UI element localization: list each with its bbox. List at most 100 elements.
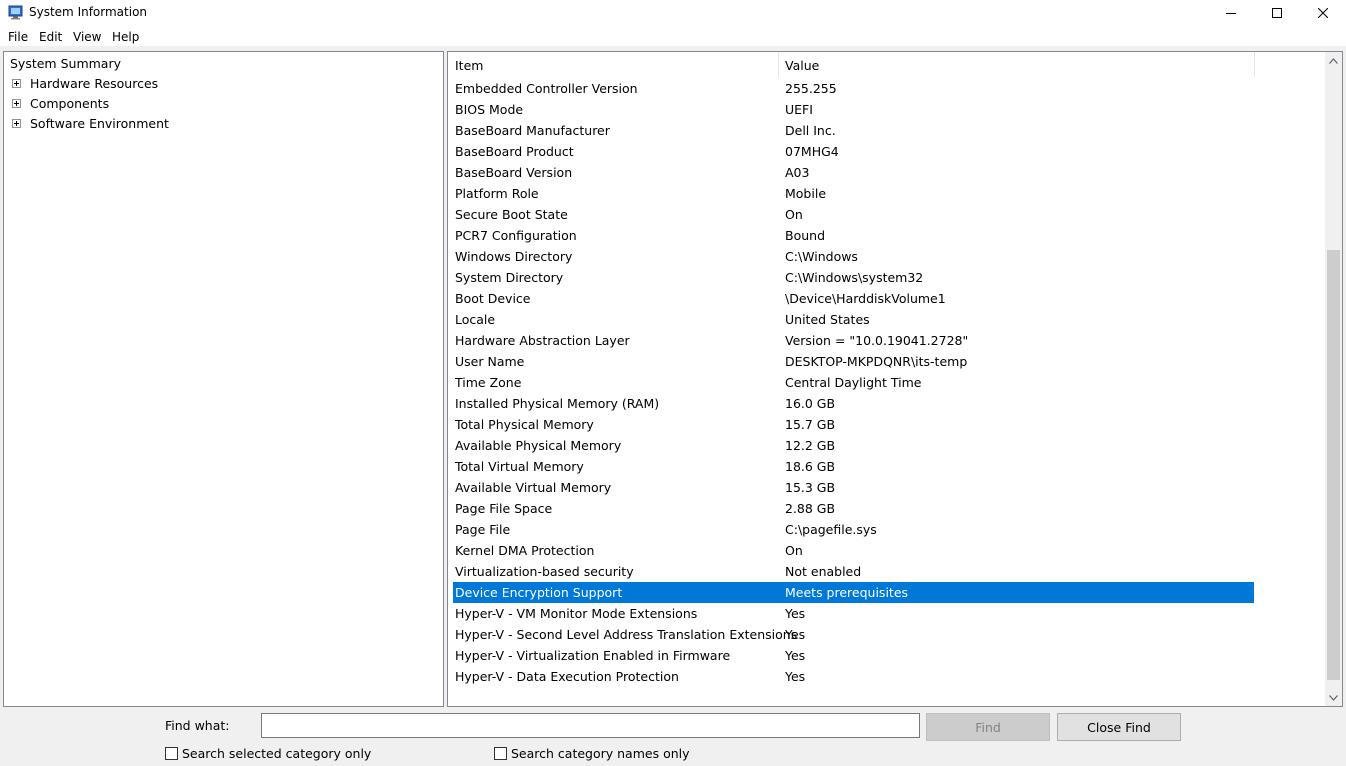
table-row[interactable]: Time Zone Central Daylight Time (453, 372, 1254, 393)
row-value-cell: Bound (785, 228, 826, 243)
table-row[interactable]: Hyper-V - Virtualization Enabled in Firm… (453, 645, 1254, 666)
table-row[interactable]: Device Encryption Support Meets prerequis… (453, 582, 1254, 603)
menu-file[interactable]: File (8, 30, 28, 44)
table-row[interactable]: Available Virtual Memory 15.3 GB (453, 477, 1254, 498)
search-category-names-checkbox[interactable]: Search category names only (494, 746, 690, 761)
system-info-app-icon (8, 5, 23, 20)
row-item-cell: PCR7 Configuration (455, 228, 577, 243)
row-value-cell: UEFI (785, 102, 813, 117)
checkbox-label: Search selected category only (182, 745, 372, 761)
table-row[interactable]: Hardware Abstraction Layer Version = "10.… (453, 330, 1254, 351)
expand-plus-icon[interactable] (12, 119, 21, 128)
table-row[interactable]: Secure Boot State On (453, 204, 1254, 225)
table-row[interactable]: Embedded Controller Version 255.255 (453, 78, 1254, 99)
maximize-button[interactable] (1254, 0, 1300, 26)
expand-plus-icon[interactable] (12, 99, 21, 108)
table-row[interactable]: Page File C:\pagefile.sys (453, 519, 1254, 540)
row-value-cell: 18.6 GB (785, 459, 836, 474)
row-value-cell: Yes (785, 669, 806, 684)
row-value-cell: Version = "10.0.19041.2728" (785, 333, 969, 348)
row-item-cell: Kernel DMA Protection (455, 543, 595, 558)
scroll-down-button[interactable] (1325, 689, 1342, 706)
table-row[interactable]: Virtualization-based security Not enabled (453, 561, 1254, 582)
scroll-up-arrow-icon (1329, 57, 1338, 64)
find-what-label: Find what: (165, 718, 230, 733)
table-row[interactable]: Locale United States (453, 309, 1254, 330)
column-divider[interactable] (1254, 52, 1255, 77)
row-item-cell: System Directory (455, 270, 564, 285)
row-item-cell: Hyper-V - VM Monitor Mode Extensions (455, 606, 698, 621)
row-value-cell: C:\Windows\system32 (785, 270, 924, 285)
row-value-cell: Dell Inc. (785, 123, 836, 138)
checkbox-box[interactable] (494, 746, 507, 760)
row-item-cell: User Name (455, 354, 525, 369)
search-selected-category-checkbox[interactable]: Search selected category only (165, 745, 372, 761)
row-item-cell: Windows Directory (455, 249, 573, 264)
checkbox-box[interactable] (165, 746, 178, 760)
tree-item-system-summary[interactable]: System Summary (10, 56, 121, 71)
table-row[interactable]: Windows Directory C:\Windows (453, 246, 1254, 267)
row-value-cell: 15.3 GB (785, 480, 836, 495)
table-row[interactable]: Total Virtual Memory 18.6 GB (453, 456, 1254, 477)
row-item-cell: Total Physical Memory (455, 417, 594, 432)
column-header-item[interactable]: Item (455, 58, 483, 73)
category-tree[interactable]: System Summary Hardware Resources Compon… (3, 51, 444, 707)
minimize-button[interactable] (1208, 0, 1254, 26)
row-value-cell: On (785, 207, 803, 222)
table-row[interactable]: Available Physical Memory 12.2 GB (453, 435, 1254, 456)
column-header-value[interactable]: Value (785, 58, 819, 73)
row-item-cell: Hyper-V - Second Level Address Translati… (455, 627, 798, 642)
vertical-scrollbar[interactable] (1325, 52, 1342, 706)
find-button[interactable]: Find (926, 713, 1050, 741)
table-row[interactable]: Boot Device \Device\HarddiskVolume1 (453, 288, 1254, 309)
window-title: System Information (29, 5, 148, 19)
table-row[interactable]: Total Physical Memory 15.7 GB (453, 414, 1254, 435)
row-value-cell: Central Daylight Time (785, 375, 922, 390)
tree-item-label: Components (30, 96, 110, 111)
menu-help[interactable]: Help (112, 30, 139, 44)
row-value-cell: 255.255 (785, 81, 837, 96)
row-value-cell: 16.0 GB (785, 396, 836, 411)
table-row[interactable]: Platform Role Mobile (453, 183, 1254, 204)
row-item-cell: Total Virtual Memory (455, 459, 584, 474)
row-value-cell: C:\Windows (785, 249, 858, 264)
scrollbar-thumb[interactable] (1327, 250, 1340, 680)
row-item-cell: Embedded Controller Version (455, 81, 638, 96)
row-item-cell: Virtualization-based security (455, 564, 634, 579)
table-row[interactable]: PCR7 Configuration Bound (453, 225, 1254, 246)
table-row[interactable]: BaseBoard Manufacturer Dell Inc. (453, 120, 1254, 141)
table-row[interactable]: User Name DESKTOP-MKPDQNR\its-temp (453, 351, 1254, 372)
find-input[interactable] (261, 713, 920, 738)
table-row[interactable]: BIOS Mode UEFI (453, 99, 1254, 120)
row-value-cell: Not enabled (785, 564, 862, 579)
close-button[interactable] (1300, 0, 1346, 26)
row-item-cell: Locale (455, 312, 496, 327)
table-row[interactable]: Hyper-V - Data Execution Protection Yes (453, 666, 1254, 687)
details-list[interactable]: Item Value Embedded Controller Version 25… (447, 51, 1343, 707)
row-value-cell: \Device\HarddiskVolume1 (785, 291, 946, 306)
table-row[interactable]: System Directory C:\Windows\system32 (453, 267, 1254, 288)
column-divider[interactable] (778, 52, 779, 77)
table-row[interactable]: Installed Physical Memory (RAM) 16.0 GB (453, 393, 1254, 414)
scroll-up-button[interactable] (1325, 52, 1342, 69)
row-value-cell: United States (785, 312, 870, 327)
row-value-cell: A03 (785, 165, 810, 180)
maximize-icon (1272, 8, 1282, 18)
row-item-cell: Available Virtual Memory (455, 480, 612, 495)
close-find-button[interactable]: Close Find (1057, 713, 1181, 741)
table-row[interactable]: BaseBoard Product 07MHG4 (453, 141, 1254, 162)
table-row[interactable]: Page File Space 2.88 GB (453, 498, 1254, 519)
table-row[interactable]: BaseBoard Version A03 (453, 162, 1254, 183)
minimize-icon (1226, 13, 1236, 14)
table-row[interactable]: Hyper-V - Second Level Address Translati… (453, 624, 1254, 645)
scroll-down-arrow-icon (1329, 694, 1338, 701)
row-item-cell: Hyper-V - Virtualization Enabled in Firm… (455, 648, 731, 663)
row-item-cell: BaseBoard Product (455, 144, 574, 159)
expand-plus-icon[interactable] (12, 79, 21, 88)
menu-edit[interactable]: Edit (39, 30, 62, 44)
row-item-cell: Device Encryption Support (455, 585, 623, 600)
table-row[interactable]: Hyper-V - VM Monitor Mode Extensions Yes (453, 603, 1254, 624)
table-row[interactable]: Kernel DMA Protection On (453, 540, 1254, 561)
row-item-cell: Hyper-V - Data Execution Protection (455, 669, 679, 684)
menu-view[interactable]: View (73, 30, 101, 44)
